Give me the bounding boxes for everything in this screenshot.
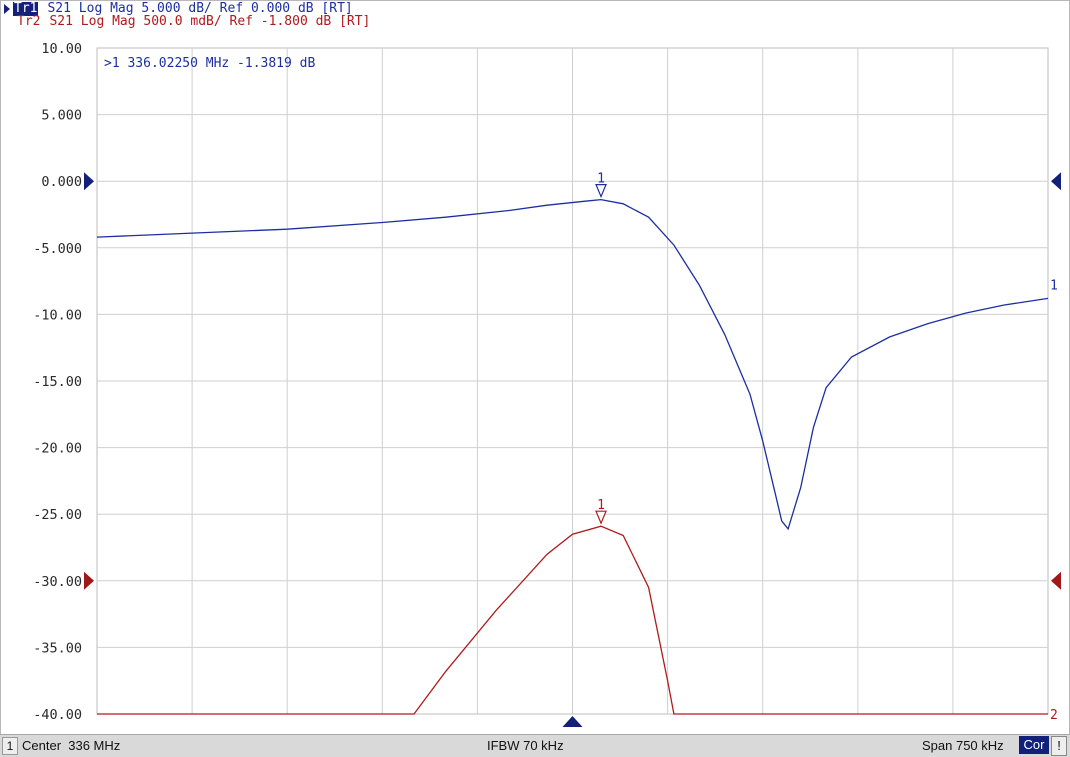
correction-indicator[interactable]: Cor xyxy=(1019,736,1049,754)
y-tick-label: 0.000 xyxy=(41,174,82,190)
chart-area[interactable]: 10.00 5.000 0.000 -5.000 -10.00 -15.00 -20.00 -… xyxy=(0,0,1070,734)
warning-indicator[interactable]: ! xyxy=(1051,736,1067,756)
center-frequency[interactable]: Center 336 MHz xyxy=(22,738,120,753)
ref-level-left-tr2-icon[interactable] xyxy=(84,571,94,590)
marker-readout: >1 336.02250 MHz -1.3819 dB xyxy=(104,56,315,71)
ref-level-right-tr1-icon[interactable] xyxy=(1051,172,1061,191)
ifbw[interactable]: IFBW 70 kHz xyxy=(487,738,564,753)
y-tick-label: -30.00 xyxy=(33,574,82,590)
y-tick-label: -25.00 xyxy=(33,507,82,523)
y-tick-label: -40.00 xyxy=(33,707,82,723)
y-tick-label: -10.00 xyxy=(33,307,82,323)
y-tick-label: -15.00 xyxy=(33,374,82,390)
y-tick-label: -35.00 xyxy=(33,640,82,656)
y-tick-label: -5.000 xyxy=(33,241,82,257)
trace-tr1-end-label: 1 xyxy=(1050,278,1058,293)
marker-tr1-label: 1 xyxy=(597,172,605,187)
ref-level-left-tr1-icon[interactable] xyxy=(84,172,94,191)
status-bar: 1 Center 336 MHz IFBW 70 kHz Span 750 kH… xyxy=(0,734,1070,757)
y-tick-label: 10.00 xyxy=(41,41,82,57)
channel-indicator[interactable]: 1 xyxy=(2,737,18,755)
ref-level-right-tr2-icon[interactable] xyxy=(1051,571,1061,590)
stimulus-marker-icon[interactable] xyxy=(562,716,583,727)
y-axis: 10.00 5.000 0.000 -5.000 -10.00 -15.00 -20.00 -… xyxy=(33,41,82,723)
span[interactable]: Span 750 kHz xyxy=(922,738,1004,753)
grid xyxy=(96,47,1049,715)
traces: 12 xyxy=(96,198,1058,723)
marker-tr2-label: 1 xyxy=(597,498,605,513)
trace-tr2-end-label: 2 xyxy=(1050,708,1058,723)
y-tick-label: -20.00 xyxy=(33,441,82,457)
y-tick-label: 5.000 xyxy=(41,108,82,124)
